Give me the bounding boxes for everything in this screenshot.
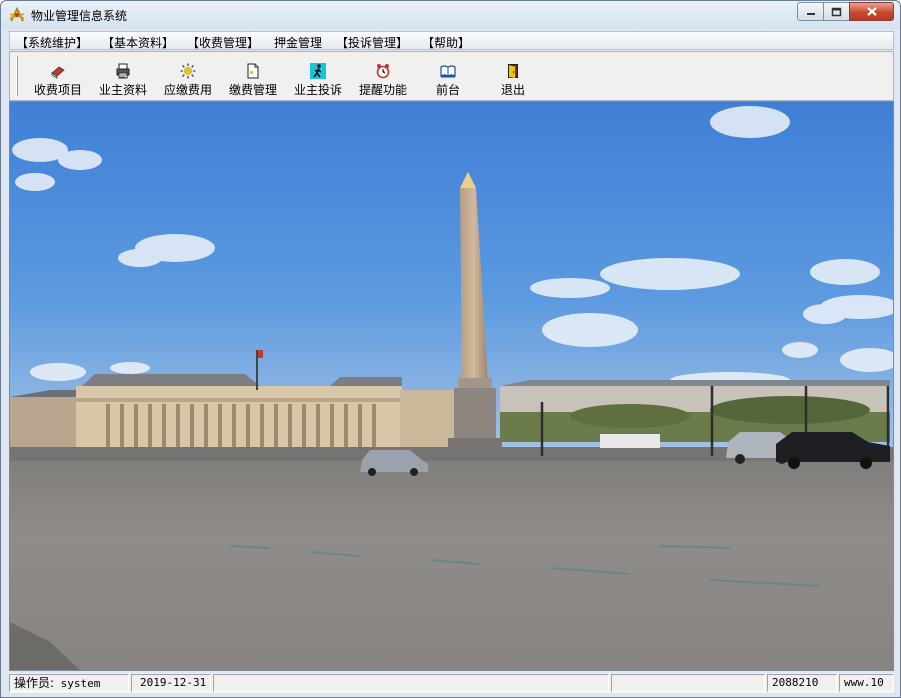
eraser-icon [51,66,65,79]
operator-panel: 操作员: system [9,674,129,692]
background-photo [9,101,894,671]
toolbar-grip[interactable] [16,56,18,96]
status-empty-panel [611,674,765,692]
menu-deposit-management[interactable]: 押金管理 [274,34,322,51]
menu-complaint-management[interactable]: 【投诉管理】 [336,34,408,51]
fee-items-label: 收费项目 [33,83,82,97]
reminder-label: 提醒功能 [358,83,407,97]
sun-icon [180,63,196,79]
close-icon [866,7,877,16]
toolbar: 收费项目 业主资料 应缴费用 缴费管理 业主投诉 提醒功能 前台 退出 [9,51,894,101]
maximize-icon [831,7,842,16]
maximize-button[interactable] [823,2,850,21]
menu-fee-management[interactable]: 【收费管理】 [187,34,259,51]
owner-complaint-button[interactable]: 业主投诉 [288,60,348,97]
app-logo-icon [9,6,25,22]
menu-basic-data[interactable]: 【基本资料】 [102,34,174,51]
status-message-panel [213,674,609,692]
owner-info-button[interactable]: 业主资料 [93,60,153,97]
owner-info-label: 业主资料 [98,83,147,97]
status-bar: 操作员: system 2019-12-31 2088210 www.10 [9,673,894,693]
exit-door-icon [508,64,518,78]
walking-person-icon [310,63,326,79]
document-icon [247,63,259,79]
operator-value: system [60,677,101,690]
place-de-la-concorde-photo [10,102,893,670]
alarm-clock-icon [376,64,390,79]
exit-label: 退出 [500,83,525,97]
fees-due-button[interactable]: 应缴费用 [158,60,218,97]
exit-button[interactable]: 退出 [483,60,543,97]
minimize-icon [806,12,815,15]
front-desk-button[interactable]: 前台 [418,60,478,97]
code-panel: 2088210 [767,674,837,692]
payment-management-label: 缴费管理 [228,83,277,97]
close-button[interactable] [849,2,894,21]
caption-buttons [797,2,894,21]
menu-help[interactable]: 【帮助】 [422,34,470,51]
date-panel: 2019-12-31 [131,674,211,692]
printer-icon [116,63,130,79]
owner-complaint-label: 业主投诉 [293,83,342,97]
menu-bar: 【系统维护】 【基本资料】 【收费管理】 押金管理 【投诉管理】 【帮助】 [9,31,894,50]
front-desk-label: 前台 [435,83,460,97]
window-title: 物业管理信息系统 [31,9,128,23]
title-bar[interactable]: 物业管理信息系统 [1,1,900,29]
reminder-button[interactable]: 提醒功能 [353,60,413,97]
site-panel: www.10 [839,674,894,692]
payment-management-button[interactable]: 缴费管理 [223,60,283,97]
minimize-button[interactable] [797,2,824,21]
main-window: 物业管理信息系统 【系统维护】 【基本资料】 【收费管理】 押金管理 【投诉管理… [0,0,901,698]
menu-system-maintenance[interactable]: 【系统维护】 [16,34,88,51]
fees-due-label: 应缴费用 [163,83,212,97]
operator-label: 操作员: [14,676,55,690]
fee-items-button[interactable]: 收费项目 [28,60,88,97]
open-book-icon [440,65,456,78]
